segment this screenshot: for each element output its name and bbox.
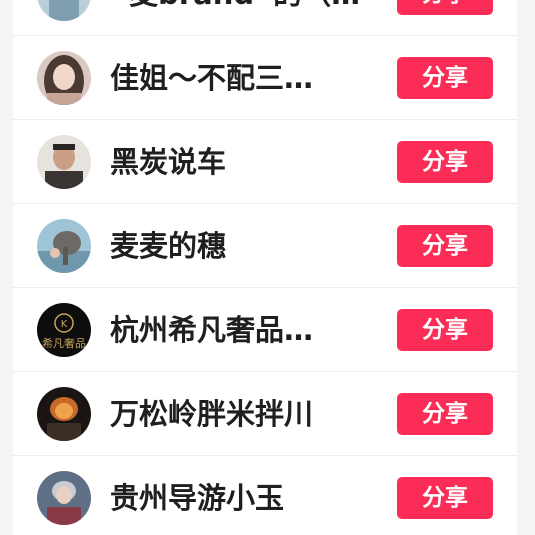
share-button[interactable]: 分享 (397, 309, 493, 351)
share-button[interactable]: 分享 (397, 57, 493, 99)
contact-name: 贵州导游小玉 (110, 481, 285, 515)
list-item[interactable]: 麦麦的穗 分享 (13, 204, 517, 288)
share-button[interactable]: 分享 (397, 0, 493, 15)
list-item[interactable]: 万松岭胖米拌川 分享 (13, 372, 517, 456)
contact-name: 万松岭胖米拌川 (110, 397, 314, 431)
list-item[interactable]: 黑炭说车 分享 (13, 120, 517, 204)
contact-name: 麦麦的穗 (110, 229, 227, 263)
avatar (37, 471, 91, 525)
share-contact-list: “麦brand”的（…） 分享 佳姐～不配三… 分享 (13, 0, 517, 535)
avatar (37, 219, 91, 273)
contact-name: 杭州希凡奢品… (110, 313, 314, 347)
share-button[interactable]: 分享 (397, 393, 493, 435)
contact-name: 黑炭说车 (110, 145, 227, 179)
list-item[interactable]: “麦brand”的（…） 分享 (13, 0, 517, 36)
list-item[interactable]: K 希凡奢品 杭州希凡奢品… 分享 (13, 288, 517, 372)
avatar (37, 0, 91, 21)
share-button[interactable]: 分享 (397, 477, 493, 519)
share-button[interactable]: 分享 (397, 141, 493, 183)
svg-text:K: K (61, 319, 68, 330)
avatar (37, 51, 91, 105)
avatar: K 希凡奢品 (37, 303, 91, 357)
avatar (37, 135, 91, 189)
contact-name: 佳姐～不配三… (110, 61, 314, 95)
list-item[interactable]: 贵州导游小玉 分享 (13, 456, 517, 535)
share-button[interactable]: 分享 (397, 225, 493, 267)
contact-list: “麦brand”的（…） 分享 佳姐～不配三… 分享 (13, 0, 517, 535)
list-item[interactable]: 佳姐～不配三… 分享 (13, 36, 517, 120)
avatar (37, 387, 91, 441)
contact-name: “麦brand”的（…） (110, 0, 380, 12)
avatar-logo-text: 希凡奢品 (42, 336, 86, 350)
